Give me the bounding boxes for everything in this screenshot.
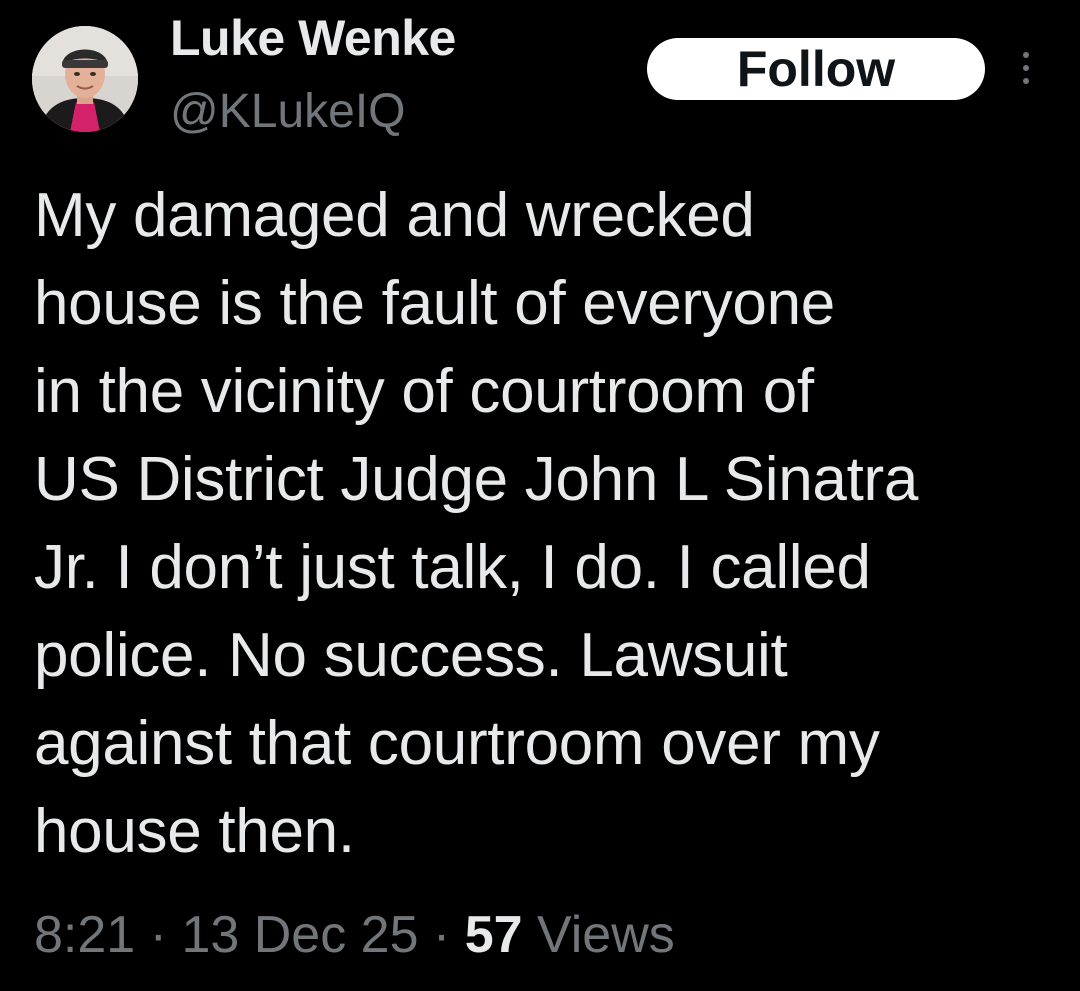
author-display-name[interactable]: Luke Wenke — [170, 8, 456, 68]
meta-separator: · — [418, 906, 465, 964]
tweet-date[interactable]: 13 Dec 25 — [181, 906, 418, 964]
avatar[interactable] — [32, 26, 138, 132]
follow-button[interactable]: Follow — [647, 38, 985, 100]
tweet-card: Luke Wenke @KLukeIQ Follow My damaged an… — [0, 0, 1080, 991]
tweet-text: My damaged and wrecked house is the faul… — [34, 181, 919, 866]
tweet-time[interactable]: 8:21 — [34, 906, 135, 964]
profile-photo-icon — [32, 26, 138, 132]
tweet-meta: 8:21 · 13 Dec 25 · 57 Views — [34, 900, 675, 970]
meta-separator: · — [135, 906, 182, 964]
views-count: 57 — [464, 906, 523, 964]
more-vertical-icon[interactable] — [1012, 48, 1040, 88]
views-label: Views — [522, 906, 675, 964]
author-handle[interactable]: @KLukeIQ — [170, 84, 406, 140]
